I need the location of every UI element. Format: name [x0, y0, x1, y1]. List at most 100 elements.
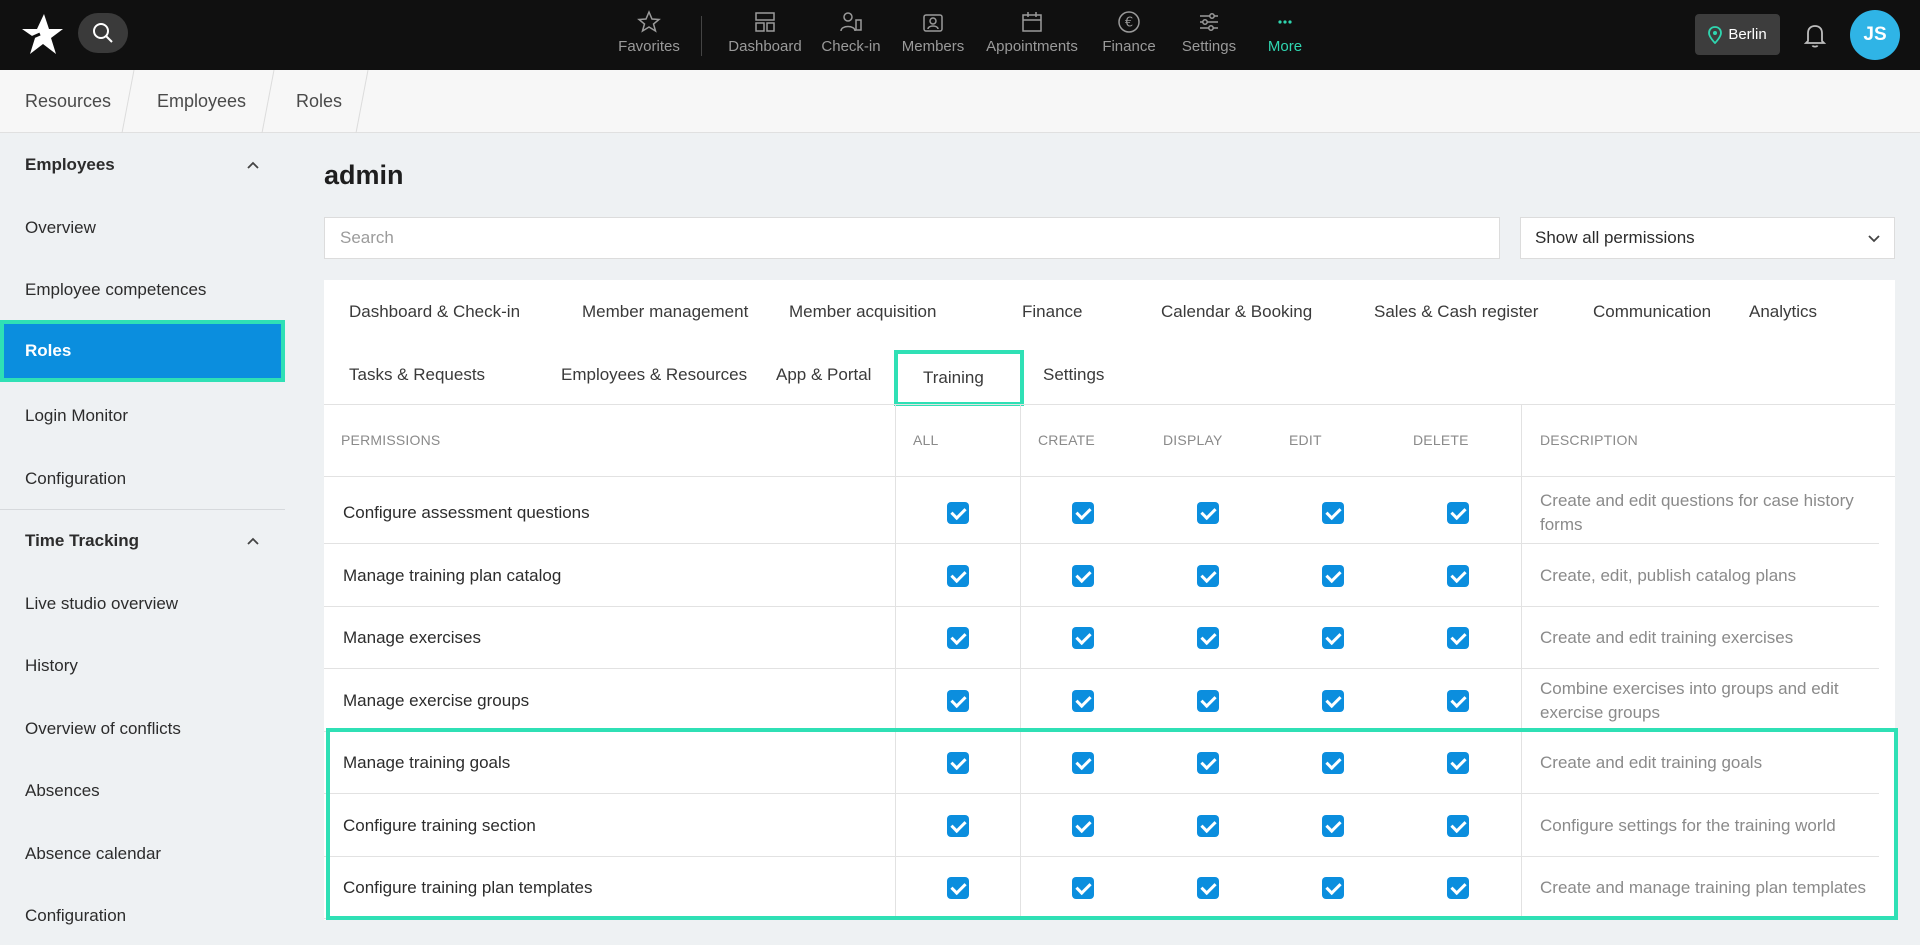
dashboard-icon: [755, 12, 775, 32]
checkbox-display[interactable]: [1197, 877, 1219, 899]
tab-member-acquisition[interactable]: Member acquisition: [764, 287, 961, 337]
sidebar-section-employees[interactable]: Employees: [0, 135, 285, 195]
table-row: Manage training plan catalog Create, edit…: [324, 545, 1879, 607]
permission-name: Manage training goals: [343, 753, 511, 772]
sidebar-item-live-studio-overview[interactable]: Live studio overview: [0, 573, 285, 635]
checkbox-create[interactable]: [1072, 502, 1094, 524]
sidebar-item-absence-calendar[interactable]: Absence calendar: [0, 823, 285, 885]
sidebar-item-login-monitor[interactable]: Login Monitor: [0, 385, 285, 447]
nav-favorites[interactable]: Favorites: [604, 10, 694, 55]
tab-member-management[interactable]: Member management: [557, 287, 773, 337]
checkbox-create[interactable]: [1072, 564, 1094, 587]
tab-settings[interactable]: Settings: [1018, 350, 1129, 400]
checkbox-all[interactable]: [947, 564, 969, 587]
checkbox-display[interactable]: [1197, 689, 1219, 712]
sidebar-item-history[interactable]: History: [0, 635, 285, 697]
checkbox-all[interactable]: [947, 627, 969, 649]
global-search-button[interactable]: [78, 13, 128, 53]
checkbox-all[interactable]: [947, 877, 969, 899]
breadcrumb-resources[interactable]: Resources: [25, 70, 111, 133]
checkbox-delete[interactable]: [1447, 877, 1469, 899]
nav-finance[interactable]: € Finance: [1084, 10, 1174, 55]
tab-employees-resources[interactable]: Employees & Resources: [536, 350, 772, 400]
checkbox-create[interactable]: [1072, 877, 1094, 899]
nav-check-in[interactable]: Check-in: [806, 10, 896, 55]
checkbox-delete[interactable]: [1447, 689, 1469, 712]
checkbox-create[interactable]: [1072, 689, 1094, 712]
tabs-divider: [324, 404, 1895, 405]
checkbox-delete[interactable]: [1447, 752, 1469, 774]
tab-app-portal[interactable]: App & Portal: [751, 350, 896, 400]
tab-calendar-booking[interactable]: Calendar & Booking: [1136, 287, 1337, 337]
sidebar-section-time-tracking[interactable]: Time Tracking: [0, 511, 285, 571]
user-avatar[interactable]: JS: [1850, 10, 1900, 60]
nav-appointments[interactable]: Appointments: [972, 10, 1092, 55]
checkbox-delete[interactable]: [1447, 627, 1469, 649]
tab-analytics[interactable]: Analytics: [1724, 287, 1842, 337]
breadcrumb-roles[interactable]: Roles: [296, 70, 342, 133]
checkbox-all[interactable]: [947, 814, 969, 837]
checkbox-all[interactable]: [947, 689, 969, 712]
checkbox-delete[interactable]: [1447, 814, 1469, 837]
checkbox-edit[interactable]: [1322, 877, 1344, 899]
sidebar-divider: [0, 509, 285, 510]
tab-dashboard-check-in[interactable]: Dashboard & Check-in: [324, 287, 545, 337]
checkbox-edit[interactable]: [1322, 689, 1344, 712]
table-row: Manage exercises Create and edit training…: [324, 607, 1879, 669]
tab-communication[interactable]: Communication: [1568, 287, 1736, 337]
sidebar: Employees Overview Employee competences …: [0, 133, 299, 945]
breadcrumb-separator: [261, 70, 275, 133]
checkbox-edit[interactable]: [1322, 502, 1344, 524]
permission-description: Create and edit training exercises: [1540, 628, 1794, 647]
members-icon: [923, 14, 943, 32]
breadcrumb-employees[interactable]: Employees: [157, 70, 246, 133]
checkbox-create[interactable]: [1072, 752, 1094, 774]
nav-members[interactable]: Members: [888, 10, 978, 55]
table-row: Manage training goals Create and edit tra…: [324, 732, 1879, 794]
checkbox-display[interactable]: [1197, 502, 1219, 524]
sidebar-item-roles[interactable]: Roles: [0, 320, 285, 382]
permission-search-input[interactable]: [324, 217, 1500, 259]
checkbox-all[interactable]: [947, 752, 969, 774]
location-button[interactable]: Berlin: [1695, 14, 1780, 55]
checkbox-display[interactable]: [1197, 627, 1219, 649]
tab-finance[interactable]: Finance: [997, 287, 1107, 337]
checkbox-display[interactable]: [1197, 752, 1219, 774]
sidebar-item-absences[interactable]: Absences: [0, 760, 285, 822]
checkbox-delete[interactable]: [1447, 502, 1469, 524]
sidebar-item-overview-of-conflicts[interactable]: Overview of conflicts: [0, 698, 285, 760]
avatar-initials: JS: [1863, 24, 1887, 45]
checkbox-edit[interactable]: [1322, 564, 1344, 587]
checkbox-display[interactable]: [1197, 814, 1219, 837]
sidebar-item-time-configuration[interactable]: Configuration: [0, 885, 285, 945]
map-pin-icon: [1708, 25, 1723, 44]
nav-label: Appointments: [986, 38, 1078, 55]
nav-dashboard[interactable]: Dashboard: [720, 10, 810, 55]
sidebar-item-overview[interactable]: Overview: [0, 197, 285, 259]
sidebar-item-configuration[interactable]: Configuration: [0, 448, 285, 510]
checkbox-edit[interactable]: [1322, 752, 1344, 774]
tab-sales-cash-register[interactable]: Sales & Cash register: [1349, 287, 1563, 337]
permission-name: Configure training plan templates: [343, 878, 593, 897]
nav-more[interactable]: More: [1240, 10, 1330, 55]
permission-filter-select[interactable]: Show all permissions: [1520, 217, 1895, 259]
nav-label: Finance: [1102, 38, 1156, 55]
tab-tasks-requests[interactable]: Tasks & Requests: [324, 350, 510, 400]
page-title: admin: [324, 160, 404, 190]
checkbox-create[interactable]: [1072, 814, 1094, 837]
table-row: Manage exercise groups Combine exercises …: [324, 670, 1879, 732]
checkbox-edit[interactable]: [1322, 627, 1344, 649]
checkbox-all[interactable]: [947, 502, 969, 524]
permission-description: Create and manage training plan template…: [1540, 878, 1867, 897]
checkbox-delete[interactable]: [1447, 564, 1469, 587]
sidebar-item-employee-competences[interactable]: Employee competences: [0, 259, 285, 321]
logo-star-icon[interactable]: [18, 12, 64, 56]
permissions-card: Dashboard & Check-in Member management M…: [324, 280, 1895, 920]
notifications-bell-icon[interactable]: [1800, 20, 1830, 50]
checkbox-create[interactable]: [1072, 627, 1094, 649]
checkbox-display[interactable]: [1197, 564, 1219, 587]
tab-training[interactable]: Training: [894, 350, 1024, 406]
sidebar-section-title: Employees: [25, 155, 115, 174]
checkbox-edit[interactable]: [1322, 814, 1344, 837]
search-icon: [93, 23, 113, 43]
